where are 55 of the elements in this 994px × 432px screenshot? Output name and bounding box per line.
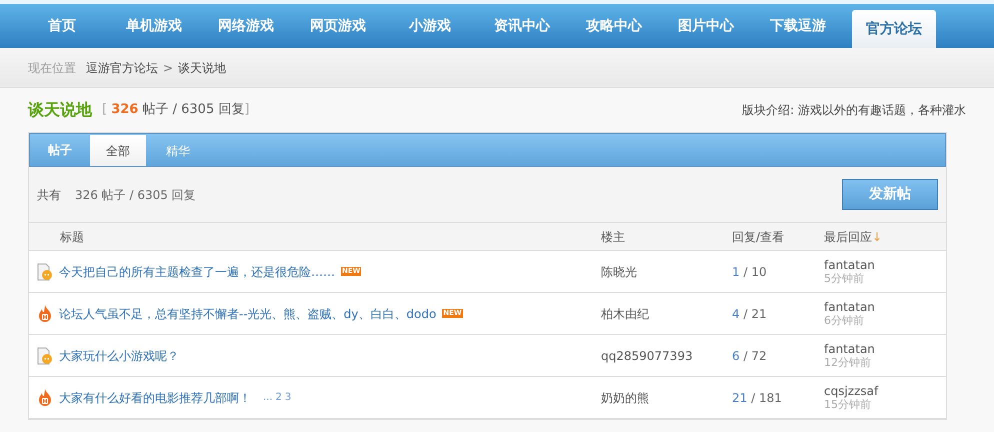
author-name: 柏木由纪 <box>601 306 650 322</box>
last-time: 15分钟前 <box>824 398 872 412</box>
pages-ellipsis: ... <box>263 391 273 405</box>
author-name: 陈晓光 <box>601 264 638 280</box>
author-name: 奶奶的熊 <box>601 390 650 406</box>
nav-tab[interactable]: 小游戏 <box>384 4 476 48</box>
topic-title[interactable]: 大家玩什么小游戏呢？ <box>59 346 179 364</box>
topic-title[interactable]: 今天把自己的所有主题检查了一遍，还是很危险…… <box>59 262 335 280</box>
topic-row[interactable]: 大家玩什么小游戏呢？ qq2859077393 6 / 72 fantatan 12分钟前 <box>29 335 946 377</box>
topic-title[interactable]: 论坛人气虽不足，总有坚持不懈者--光光、熊、盗贼、dy、白白、dodo <box>59 304 436 322</box>
author-name: qq2859077393 <box>601 348 694 364</box>
nav-tab[interactable]: 首页 <box>16 4 108 48</box>
reply-count: 6 / 72 <box>732 348 768 364</box>
summary-text: 共有 326 帖子 / 6305 回复 <box>37 186 196 204</box>
page-link[interactable]: 3 <box>284 390 292 405</box>
column-header: 楼主 <box>601 228 626 246</box>
last-time: 12分钟前 <box>824 356 872 370</box>
filter-tab[interactable]: 精华 <box>146 135 210 166</box>
flame-icon <box>37 304 53 322</box>
topic-title[interactable]: 大家有什么好看的电影推荐几部啊！ <box>59 388 251 406</box>
panel-heading: 帖子 <box>47 142 73 159</box>
column-header: 标题 <box>60 228 85 246</box>
reply-count: 1 / 10 <box>732 264 768 280</box>
reply-count: 21 / 181 <box>732 390 783 406</box>
nav-tab[interactable]: 官方论坛 <box>852 10 936 48</box>
forum-intro: 版块介绍: 游戏以外的有趣话题，各种灌水 <box>742 102 966 119</box>
breadcrumb-link[interactable]: 谈天说地 <box>178 58 226 76</box>
forum-stats: [ 326 帖子 / 6305 回复] <box>102 101 250 120</box>
last-user: fantatan <box>824 342 875 356</box>
location-label: 现在位置 <box>28 60 76 76</box>
flame-icon <box>37 388 53 406</box>
nav-tab[interactable]: 下载逗游 <box>752 4 844 48</box>
last-user: fantatan <box>824 300 875 314</box>
last-time: 6分钟前 <box>824 314 865 328</box>
forum-title: 谈天说地 <box>28 99 92 121</box>
document-icon <box>37 346 53 364</box>
column-header: 最后回应↓ <box>824 228 882 246</box>
new-post-button[interactable]: 发新帖 <box>842 179 938 210</box>
breadcrumb-separator: > <box>163 60 174 76</box>
nav-tab[interactable]: 网络游戏 <box>200 4 292 48</box>
breadcrumb-link[interactable]: 逗游官方论坛 <box>86 58 158 76</box>
topic-row[interactable]: 大家有什么好看的电影推荐几部啊！ ... 2 3 奶奶的熊 21 / 181 cqsjzzsaf 15分钟前 <box>29 377 946 419</box>
nav-tab[interactable]: 资讯中心 <box>476 4 568 48</box>
nav-tab[interactable]: 攻略中心 <box>568 4 660 48</box>
nav-tab[interactable]: 图片中心 <box>660 4 752 48</box>
reply-count: 4 / 21 <box>732 306 768 322</box>
page-link[interactable]: 2 <box>276 390 282 405</box>
nav-tab[interactable]: 单机游戏 <box>108 4 200 48</box>
last-user: fantatan <box>824 258 875 272</box>
filter-tab[interactable]: 全部 <box>90 135 146 166</box>
last-time: 5分钟前 <box>824 272 865 286</box>
last-user: cqsjzzsaf <box>824 384 878 398</box>
column-header: 回复/查看 <box>732 228 786 246</box>
document-icon <box>37 262 53 280</box>
nav-tab[interactable]: 网页游戏 <box>292 4 384 48</box>
